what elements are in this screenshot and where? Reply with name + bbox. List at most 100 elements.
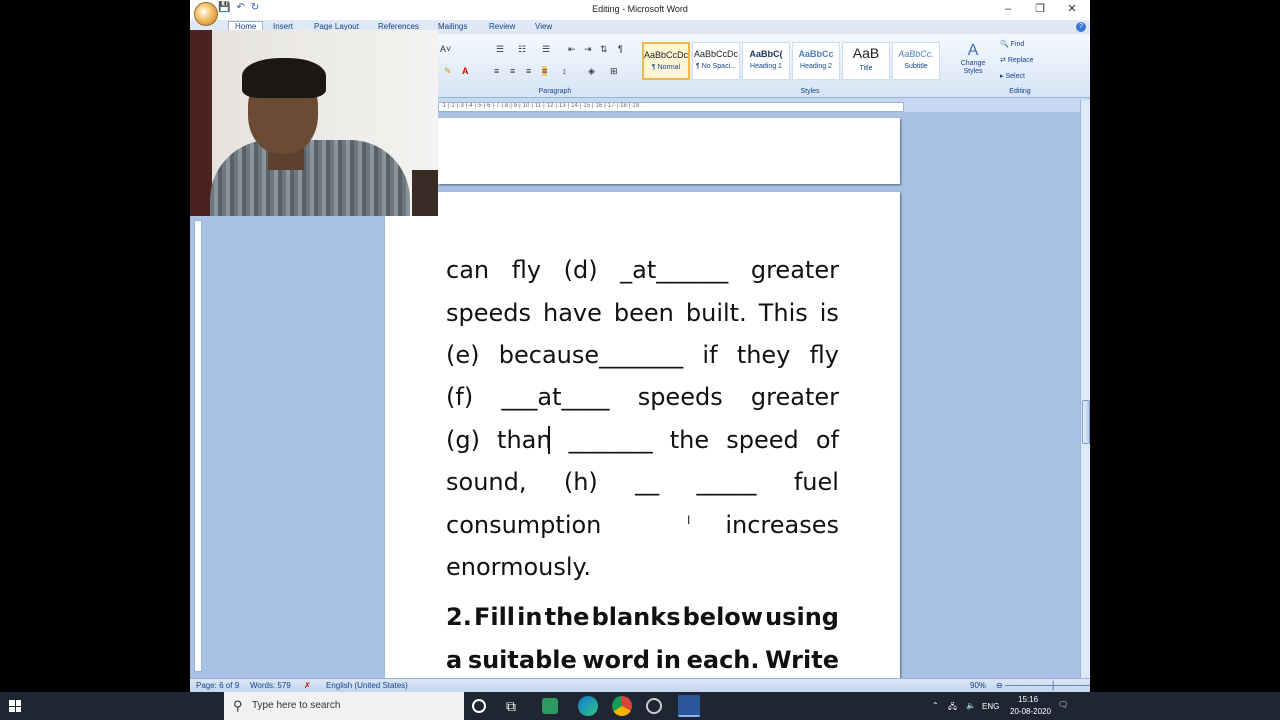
notifications-icon[interactable]: 🗨 [1058, 700, 1068, 709]
style-preview: AaBbC( [749, 49, 783, 59]
start-button[interactable] [0, 692, 28, 720]
language-indicator[interactable]: English (United States) [326, 681, 408, 690]
numbering-icon[interactable]: ☷ [518, 44, 526, 55]
zoom-slider[interactable]: ⊖ ────────┼──────── ⊕ [996, 681, 1090, 690]
word-count[interactable]: Words: 579 [250, 681, 291, 690]
change-styles-button[interactable]: A Change Styles [956, 42, 990, 76]
doc-word: in [655, 646, 681, 674]
office-button[interactable] [194, 2, 218, 26]
clock-date[interactable]: 20-08-2020 [1010, 707, 1051, 716]
line-spacing-icon[interactable]: ↕ [562, 66, 567, 76]
doc-word: (f) [446, 383, 474, 411]
align-left-icon[interactable]: ≡ [494, 66, 499, 76]
font-color-icon[interactable]: A [462, 66, 469, 76]
doc-line-5: (g) than _______ the speed of [446, 426, 839, 454]
edge-icon[interactable] [578, 696, 598, 716]
doc-word: (d) [563, 256, 598, 284]
align-right-icon[interactable]: ≡ [526, 66, 531, 76]
tab-view[interactable]: View [535, 22, 552, 31]
doc-word: ___at____ [501, 383, 610, 411]
shading-icon[interactable]: ◈ [588, 66, 595, 77]
doc-word: consumption [446, 511, 602, 539]
doc-line-7: consumption increases [446, 511, 839, 539]
webcam-hair [242, 58, 326, 98]
select-label: Select [1005, 73, 1025, 80]
style-preview: AaBbCc. [898, 49, 934, 59]
show-marks-icon[interactable]: ¶ [618, 44, 623, 54]
highlight-icon[interactable]: ✎ [444, 66, 452, 77]
app-icon-circle[interactable] [646, 698, 662, 714]
search-placeholder: Type here to search [252, 700, 341, 711]
task-view-icon[interactable]: ⧉ [506, 698, 526, 718]
tab-review[interactable]: Review [489, 22, 515, 31]
borders-icon[interactable]: ⊞ [610, 66, 618, 77]
font-shrink-icon[interactable]: A˅ [440, 44, 451, 54]
sort-icon[interactable]: ⇅ [600, 44, 608, 55]
style-title[interactable]: AaB Title [842, 42, 890, 80]
doc-line-8: enormously. [446, 553, 839, 581]
multilevel-list-icon[interactable]: ☰ [542, 44, 550, 55]
doc-word: greater [750, 256, 839, 284]
zoom-level[interactable]: 90% [970, 681, 986, 690]
doc-word: if [702, 341, 718, 369]
doc-word: enormously. [446, 553, 591, 581]
previous-page [438, 118, 900, 184]
style-name: Title [859, 65, 873, 72]
page-count[interactable]: Page: 6 of 9 [196, 681, 239, 690]
tray-chevron-icon[interactable]: ⌃ [932, 701, 939, 710]
network-icon[interactable]: 🖧 [948, 701, 957, 715]
doc-word: the [669, 426, 710, 454]
webcam-overlay [190, 30, 438, 216]
document-page[interactable]: can fly (d) _at______ greater speeds hav… [385, 192, 900, 692]
horizontal-ruler[interactable]: ·1·|·2·|·3·|·4·|·5·|·6·|·7·|·8·|·9·|·10·… [438, 102, 904, 112]
language-indicator-taskbar[interactable]: ENG [982, 702, 999, 711]
style-name: Heading 2 [800, 63, 832, 70]
select-button[interactable]: ▸ Select [1000, 72, 1025, 80]
doc-line-3: (e) because_______ if they fly [446, 341, 839, 369]
doc-word: fly [809, 341, 839, 369]
style-normal[interactable]: AaBbCcDc ¶ Normal [642, 42, 690, 80]
minimize-button[interactable]: – [992, 0, 1024, 20]
style-subtitle[interactable]: AaBbCc. Subtitle [892, 42, 940, 80]
doc-word: _____ [696, 468, 757, 496]
webcam-shelf [412, 170, 438, 216]
decrease-indent-icon[interactable]: ⇤ [568, 44, 576, 55]
bullets-icon[interactable]: ☰ [496, 44, 504, 55]
doc-word: greater [750, 383, 839, 411]
find-button[interactable]: 🔍 Find [1000, 40, 1024, 48]
doc-word: (e) [446, 341, 480, 369]
doc-word: been [613, 299, 674, 327]
style-name: Heading 1 [750, 63, 782, 70]
doc-line-1: can fly (d) _at______ greater [446, 256, 839, 284]
vertical-scrollbar[interactable] [1080, 100, 1090, 678]
volume-icon[interactable]: 🔈 [966, 701, 976, 710]
restore-button[interactable]: ❐ [1024, 0, 1056, 20]
style-no-spacing[interactable]: AaBbCcDc ¶ No Spaci... [692, 42, 740, 80]
doc-word: sound, [446, 468, 527, 496]
proofing-icon[interactable]: ✗ [304, 681, 311, 690]
word-taskbar-icon[interactable] [678, 695, 700, 717]
doc-word: (h) [563, 468, 598, 496]
style-name: ¶ Normal [651, 64, 681, 71]
cortana-icon[interactable] [472, 699, 486, 713]
justify-icon[interactable]: ≡ [542, 66, 548, 76]
increase-indent-icon[interactable]: ⇥ [584, 44, 592, 55]
doc-word: in [517, 603, 543, 631]
style-preview: AaBbCcDc [644, 50, 688, 60]
style-preview: AaBbCcDc [693, 49, 738, 59]
doc-line-9: 2. Fill in the blanks below using [446, 603, 839, 631]
chrome-icon[interactable] [612, 696, 632, 716]
scrollbar-thumb[interactable] [1082, 400, 1090, 444]
taskbar-search[interactable]: ⚲ Type here to search [224, 692, 464, 720]
style-heading-2[interactable]: AaBbCc Heading 2 [792, 42, 840, 80]
close-button[interactable]: ✕ [1056, 0, 1088, 20]
replace-button[interactable]: ⇄ Replace [1000, 56, 1034, 64]
help-icon[interactable]: ? [1076, 22, 1086, 32]
tab-mailings[interactable]: Mailings [438, 22, 467, 31]
clock-time[interactable]: 15:16 [1018, 695, 1038, 704]
doc-word: can [446, 256, 490, 284]
align-center-icon[interactable]: ≡ [510, 66, 515, 76]
style-heading-1[interactable]: AaBbC( Heading 1 [742, 42, 790, 80]
doc-word: below [682, 603, 763, 631]
app-icon-green[interactable] [542, 698, 558, 714]
